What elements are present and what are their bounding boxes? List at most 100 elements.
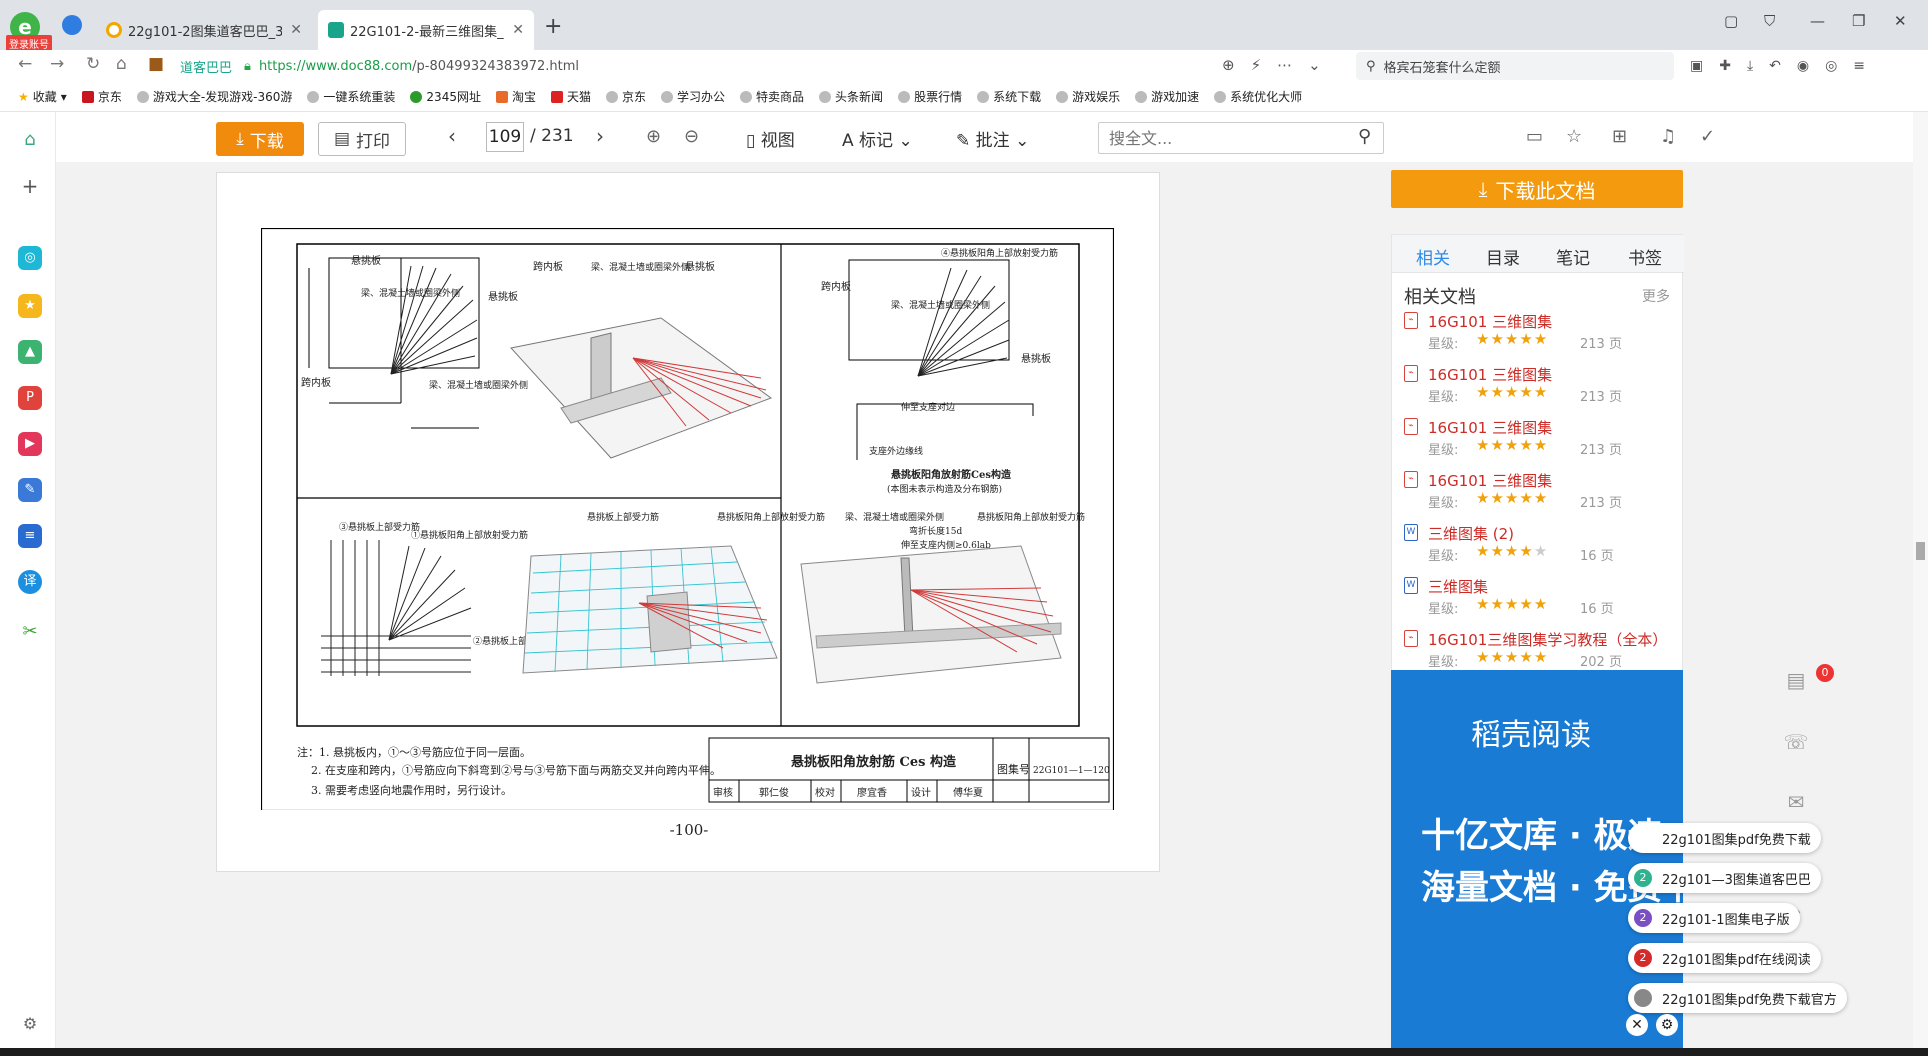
close-icon[interactable]: ✕ [512, 22, 524, 38]
tab-related[interactable]: 相关 [1416, 244, 1450, 269]
tab-doc88[interactable]: 22G101-2-最新三维图集_《建 ✕ [318, 10, 534, 50]
view-button[interactable]: ▯ 视图 [746, 126, 795, 151]
back-icon[interactable]: ← [18, 54, 32, 74]
doc-title[interactable]: 16G101 三维图集 [1428, 311, 1552, 332]
print-button[interactable]: ▤ 打印 [318, 122, 406, 156]
suggestion-settings-icon[interactable]: ⚙ [1656, 1014, 1678, 1036]
star-icon[interactable]: ★ [18, 294, 42, 318]
tab-toc[interactable]: 目录 [1486, 244, 1520, 269]
new-tab-button[interactable]: + [544, 14, 562, 39]
scroll-thumb[interactable] [1916, 542, 1925, 560]
vertical-scrollbar[interactable] [1913, 112, 1928, 1048]
related-doc-item[interactable]: ⌁ 16G101 三维图集 星级: ★★★★★ 213 页 [1404, 470, 1674, 514]
annotate-button[interactable]: ✎ 批注 ⌄ [956, 126, 1029, 151]
service-icon[interactable]: ☏ [1782, 728, 1810, 756]
suggestion-item[interactable]: 2 22g101—3图集道客巴巴 [1628, 863, 1821, 893]
pinned-tab-icon[interactable] [62, 15, 82, 35]
zoom-in-icon[interactable]: ⊕ [646, 126, 661, 147]
settings-gear-icon[interactable]: ⚙ [18, 1012, 42, 1036]
save-icon[interactable]: ▭ [1526, 126, 1543, 147]
bookmark-item[interactable]: 京东 [606, 88, 646, 105]
related-doc-item[interactable]: ⌁ 16G101 三维图集 星级: ★★★★★ 213 页 [1404, 417, 1674, 461]
favorite-star-icon[interactable]: ☆ [1566, 126, 1582, 147]
doc-title[interactable]: 三维图集 [1428, 576, 1488, 597]
bookmark-item[interactable]: 股票行情 [898, 88, 962, 105]
bookmark-favorites[interactable]: ★ 收藏 ▾ [18, 88, 67, 105]
next-page-icon[interactable]: › [596, 124, 604, 148]
related-doc-item[interactable]: W 三维图集 (2) 星级: ★★★★★ 16 页 [1404, 523, 1674, 567]
tab-bookmarks[interactable]: 书签 [1628, 244, 1662, 269]
reload-icon[interactable]: ↻ [86, 54, 100, 74]
doc-ai-icon[interactable]: ✎ [18, 478, 42, 502]
translate-ai-icon[interactable]: 译 [18, 570, 42, 594]
drawing-notes: 注：1. 悬挑板内，①～③号筋应位于同一层面。 2. 在支座和跨内，①号筋应向下… [297, 745, 721, 797]
bookmark-item[interactable]: 头条新闻 [819, 88, 883, 105]
download-button[interactable]: ⤓ 下载 [216, 122, 304, 156]
bell-icon[interactable]: ♫ [1660, 126, 1676, 147]
wechat-icon[interactable]: ✉ [1782, 788, 1810, 816]
doc-title[interactable]: 16G101 三维图集 [1428, 364, 1552, 385]
doc-title[interactable]: 16G101 三维图集 [1428, 470, 1552, 491]
bookmark-item[interactable]: 京东 [81, 88, 122, 105]
suggestion-item[interactable]: 22g101图集pdf免费下载官方 [1628, 983, 1847, 1013]
suggestion-item[interactable]: 22g101图集pdf免费下载 [1628, 823, 1821, 853]
doc-title[interactable]: 16G101三维图集学习教程（全本） [1428, 629, 1667, 650]
shirt-icon[interactable]: ⛉ [1764, 12, 1775, 30]
write-ai-icon[interactable]: ≡ [18, 524, 42, 548]
restore-button[interactable]: ❐ [1852, 12, 1865, 30]
bookmark-item[interactable]: 游戏大全-发现游戏-360游 [136, 88, 292, 105]
bookmark-item[interactable]: 特卖商品 [740, 88, 804, 105]
related-doc-item[interactable]: ⌁ 16G101 三维图集 星级: ★★★★★ 213 页 [1404, 311, 1674, 355]
briefcase-icon[interactable]: ■ [148, 54, 164, 74]
home-icon[interactable]: ⌂ [116, 54, 127, 74]
bookmark-item[interactable]: 系统优化大师 [1214, 88, 1302, 105]
related-doc-item[interactable]: ⌁ 16G101三维图集学习教程（全本） 星级: ★★★★★ 202 页 [1404, 629, 1674, 673]
url-field[interactable]: 道客巴巴 🔒︎ https://www.doc88.com /p-8049932… [180, 52, 1340, 80]
close-icon[interactable]: ✕ [290, 22, 302, 38]
scissors-icon[interactable]: ✂ [18, 620, 42, 644]
bookmark-item[interactable]: 系统下载 [977, 88, 1041, 105]
browser-toolbar-icons[interactable]: ▣✚⤓↶◉◎≡ [1690, 58, 1881, 74]
clipboard-icon[interactable]: ▤ [1782, 666, 1810, 694]
image-ai-icon[interactable]: ▲ [18, 340, 42, 364]
suggestion-item[interactable]: 2 22g101图集pdf在线阅读 [1628, 943, 1821, 973]
more-link[interactable]: 更多 [1642, 286, 1670, 306]
bookmark-item[interactable]: 游戏加速 [1135, 88, 1199, 105]
window-count-icon[interactable]: ▢ [1724, 12, 1738, 30]
document-page[interactable]: 悬挑板 悬挑板 跨内板 梁、混凝土墙或圈梁外侧 梁、混凝土墙或圈梁外侧 跨内板 … [216, 172, 1160, 872]
add-doc-icon[interactable]: ⊞ [1612, 126, 1627, 147]
download-document-button[interactable]: ⤓ 下载此文档 [1391, 170, 1683, 208]
suggestion-item[interactable]: 2 22g101-1图集电子版 [1628, 903, 1800, 933]
bookmark-item[interactable]: 学习办公 [661, 88, 725, 105]
check-icon[interactable]: ✓ [1700, 126, 1715, 147]
pdf-ai-icon[interactable]: P [18, 386, 42, 410]
url-tools-icons[interactable]: ⊕⚡⋯⌄ [1222, 56, 1337, 74]
add-icon[interactable]: + [18, 174, 42, 198]
translate-icon[interactable]: ◎ [18, 246, 42, 270]
bookmark-item[interactable]: 淘宝 [495, 88, 536, 105]
home-icon[interactable]: ⌂ [18, 128, 42, 152]
doc-title[interactable]: 三维图集 (2) [1428, 523, 1514, 544]
bookmark-item[interactable]: 一键系统重装 [307, 88, 395, 105]
tab-notes[interactable]: 笔记 [1556, 244, 1590, 269]
close-suggestions-icon[interactable]: ✕ [1626, 1014, 1648, 1036]
forward-icon[interactable]: → [50, 54, 64, 74]
doc-title[interactable]: 16G101 三维图集 [1428, 417, 1552, 438]
fulltext-search-input[interactable] [1098, 122, 1384, 154]
mark-button[interactable]: A 标记 ⌄ [842, 126, 913, 151]
video-ai-icon[interactable]: ▶ [18, 432, 42, 456]
window-close-button[interactable]: ✕ [1894, 12, 1907, 30]
zoom-out-icon[interactable]: ⊖ [684, 126, 699, 147]
bookmark-item[interactable]: 天猫 [550, 88, 591, 105]
minimize-button[interactable]: — [1810, 12, 1825, 30]
related-doc-item[interactable]: ⌁ 16G101 三维图集 星级: ★★★★★ 213 页 [1404, 364, 1674, 408]
related-doc-item[interactable]: W 三维图集 星级: ★★★★★ 16 页 [1404, 576, 1674, 620]
page-number-input[interactable]: 109 [486, 122, 524, 152]
search-icon[interactable]: ⚲ [1358, 126, 1371, 147]
bookmark-label: 特卖商品 [756, 90, 805, 104]
browser-search-input[interactable]: ⚲ 格宾石笼套什么定额 [1356, 52, 1674, 80]
prev-page-icon[interactable]: ‹ [448, 124, 456, 148]
bookmark-item[interactable]: 2345网址 [410, 88, 481, 105]
bookmark-item[interactable]: 游戏娱乐 [1056, 88, 1120, 105]
tab-search[interactable]: 22g101-2图集道客巴巴_360搜索 ✕ [96, 10, 312, 50]
